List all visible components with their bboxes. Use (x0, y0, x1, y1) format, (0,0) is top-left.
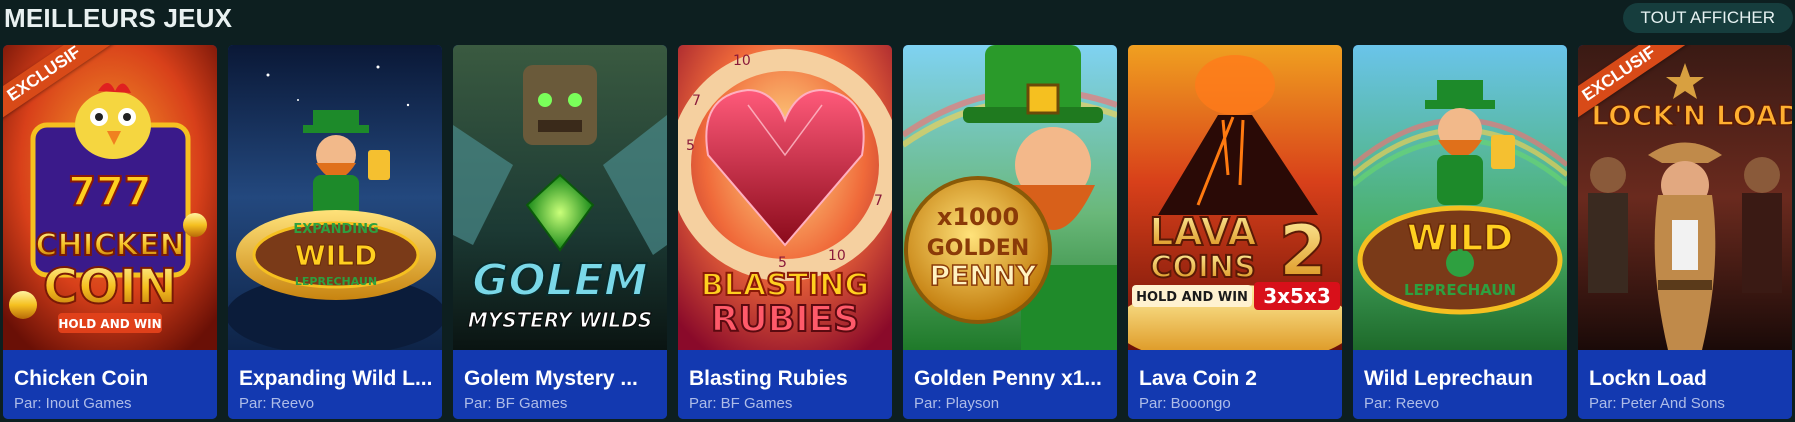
game-info: Golem Mystery ... Par: BF Games (453, 350, 667, 419)
art-line-2: WILD (295, 239, 377, 272)
game-title: Lockn Load (1589, 367, 1707, 390)
game-provider: Par: Inout Games (14, 395, 132, 412)
game-provider: Par: BF Games (689, 395, 793, 412)
art-line-1: x1000 (937, 203, 1019, 231)
wheel-number: 7 (692, 93, 701, 109)
game-info: Lockn Load Par: Peter And Sons (1578, 350, 1792, 419)
game-thumbnail[interactable]: LAVA COINS 2 HOLD AND WIN 3x5x3 (1128, 45, 1342, 350)
game-info: Lava Coin 2 Par: Booongo (1128, 350, 1342, 419)
game-provider: Par: Reevo (239, 395, 315, 412)
game-provider: Par: Reevo (1364, 395, 1440, 412)
art-line-1: LOCK'N LOAD (1591, 99, 1792, 132)
art-line-3: PENNY (930, 259, 1038, 292)
game-card-wild-leprechaun[interactable]: WILD LEPRECHAUN Wild Leprechaun Par: Ree… (1353, 45, 1567, 419)
game-info: Chicken Coin Par: Inout Games (3, 350, 217, 419)
game-card-chicken-coin[interactable]: 777 CHICKEN COIN HOLD AND WIN EXCLUSIF C… (3, 45, 217, 419)
art-line-2: GOLDEN (927, 236, 1029, 261)
game-thumbnail[interactable]: EXPANDING WILD LEPRECHAUN (228, 45, 442, 350)
game-thumbnail[interactable]: x1000 GOLDEN PENNY (903, 45, 1117, 350)
games-carousel: 777 CHICKEN COIN HOLD AND WIN EXCLUSIF C… (3, 45, 1792, 419)
art-line-2: CHICKEN (35, 228, 184, 263)
game-card-golem-mystery-wilds[interactable]: GOLEM MYSTERY WILDS Golem Mystery ... Pa… (453, 45, 667, 419)
art-line-3: COIN (43, 259, 177, 315)
wheel-number: 10 (733, 53, 751, 69)
wheel-number: 5 (686, 138, 695, 154)
game-title: Lava Coin 2 (1139, 367, 1257, 390)
game-thumbnail[interactable]: 10 7 5 7 5 10 BLASTING RUBIES (678, 45, 892, 350)
game-card-golden-penny[interactable]: x1000 GOLDEN PENNY Golden Penny x1... Pa… (903, 45, 1117, 419)
art-line-2: LEPRECHAUN (1404, 281, 1516, 299)
game-title: Wild Leprechaun (1364, 367, 1533, 390)
art-line-1: WILD (1407, 218, 1513, 259)
game-thumbnail[interactable]: LOCK'N LOAD EXCLUSIF (1578, 45, 1792, 350)
wheel-number: 10 (828, 248, 846, 264)
game-card-expanding-wild-leprechaun[interactable]: EXPANDING WILD LEPRECHAUN Expanding Wild… (228, 45, 442, 419)
view-all-button[interactable]: TOUT AFFICHER (1622, 3, 1793, 33)
game-provider: Par: BF Games (464, 395, 568, 412)
game-info: Blasting Rubies Par: BF Games (678, 350, 892, 419)
art-line-1: LAVA (1149, 210, 1257, 254)
game-provider: Par: Playson (914, 395, 1000, 412)
art-line-1: EXPANDING (293, 222, 378, 237)
art-line-3: 2 (1279, 210, 1328, 292)
art-line-2: MYSTERY WILDS (468, 308, 652, 332)
art-line-3: LEPRECHAUN (295, 275, 377, 288)
art-line-5: 3x5x3 (1263, 284, 1331, 308)
game-title: Expanding Wild L... (239, 367, 433, 390)
game-thumbnail[interactable]: 777 CHICKEN COIN HOLD AND WIN EXCLUSIF (3, 45, 217, 350)
game-title: Blasting Rubies (689, 367, 848, 390)
art-line-2: RUBIES (711, 299, 859, 340)
game-thumbnail[interactable]: WILD LEPRECHAUN (1353, 45, 1567, 350)
art-line-1: 777 (68, 169, 152, 215)
game-title: Golden Penny x1... (914, 367, 1102, 390)
section-title: MEILLEURS JEUX (4, 3, 233, 33)
art-line-1: GOLEM (472, 255, 647, 306)
wheel-number: 7 (874, 193, 883, 209)
game-info: Golden Penny x1... Par: Playson (903, 350, 1117, 419)
art-line-4: HOLD AND WIN (1136, 290, 1248, 305)
game-card-lava-coin-2[interactable]: LAVA COINS 2 HOLD AND WIN 3x5x3 Lava Coi… (1128, 45, 1342, 419)
section-header: MEILLEURS JEUX TOUT AFFICHER (0, 0, 1795, 38)
game-thumbnail[interactable]: GOLEM MYSTERY WILDS (453, 45, 667, 350)
game-title: Chicken Coin (14, 367, 149, 390)
art-line-2: COINS (1150, 250, 1255, 285)
game-provider: Par: Booongo (1139, 395, 1231, 412)
game-card-blasting-rubies[interactable]: 10 7 5 7 5 10 BLASTING RUBIES Blasting R… (678, 45, 892, 419)
game-info: Wild Leprechaun Par: Reevo (1353, 350, 1567, 419)
game-info: Expanding Wild L... Par: Reevo (228, 350, 442, 419)
game-card-lockn-load[interactable]: LOCK'N LOAD EXCLUSIF Lockn Load Par: Pet… (1578, 45, 1792, 419)
art-line-1: BLASTING (701, 268, 869, 303)
game-title: Golem Mystery ... (464, 367, 638, 390)
art-line-4: HOLD AND WIN (58, 317, 161, 331)
game-provider: Par: Peter And Sons (1589, 395, 1725, 412)
